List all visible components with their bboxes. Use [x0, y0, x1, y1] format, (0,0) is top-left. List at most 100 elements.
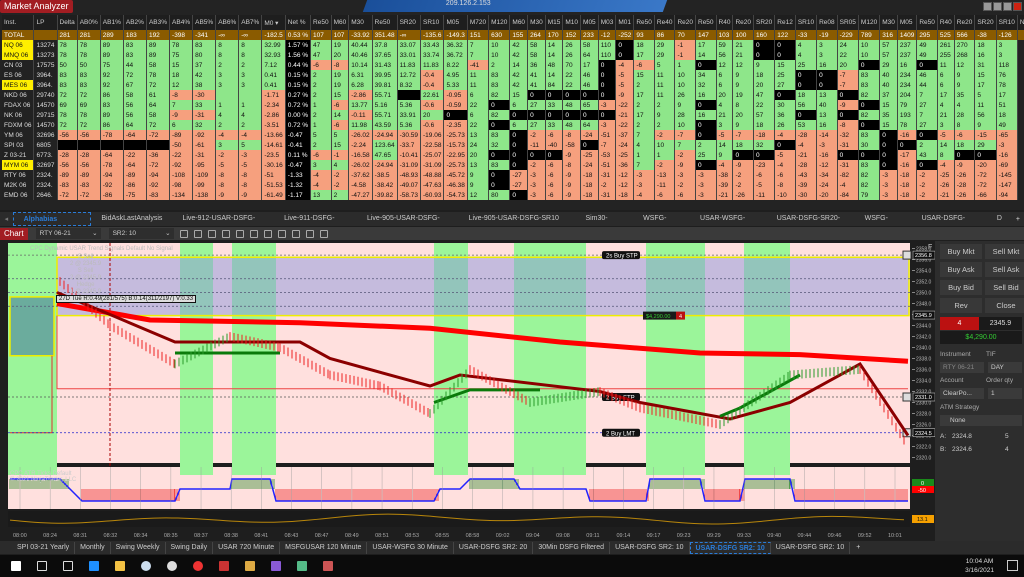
- close-button[interactable]: Close: [985, 298, 1024, 313]
- workspace-tab[interactable]: BidAskLastAnalysis: [91, 212, 172, 226]
- chart-tab[interactable]: MSFGUSAR 120 Minute: [280, 542, 367, 554]
- account-select[interactable]: ClearPo...: [940, 388, 984, 399]
- workspace-tab[interactable]: WSFG-SR10: [855, 212, 912, 226]
- buy-ask-button[interactable]: Buy Ask: [940, 262, 982, 277]
- column-header[interactable]: R40: [716, 15, 733, 30]
- instrument-selector[interactable]: RTY 06-21 ⌄: [36, 228, 101, 239]
- instrument-row[interactable]: SPI 036805-50-6135-14.61-0.41215-2.24123…: [2, 140, 1024, 150]
- instrument-row[interactable]: NKD 06297407272865861-8-30-1.710.27 %215…: [2, 90, 1024, 100]
- crosshair-icon[interactable]: [236, 230, 244, 238]
- sell-bid-button[interactable]: Sell Bid: [985, 280, 1024, 295]
- grid-icon[interactable]: [983, 2, 992, 11]
- chart-tab[interactable]: SPI 03-21 Yearly: [12, 542, 75, 554]
- instrument-row[interactable]: EMD 062646.-72-72-86-75-83-134-138-9-9-6…: [2, 190, 1024, 200]
- cancel-order-icon[interactable]: [903, 251, 911, 259]
- chart-tab[interactable]: Swing Daily: [166, 542, 214, 554]
- instrument-row[interactable]: NK 06297157878895658-9-3144-2.860.00 %21…: [2, 110, 1024, 120]
- search-icon[interactable]: [32, 555, 52, 577]
- column-header[interactable]: LP: [34, 15, 57, 30]
- chart-tab[interactable]: USAR 720 Minute: [213, 542, 280, 554]
- instrument-row[interactable]: FDAX 0614570696983566473311-2.340.72 %1-…: [2, 100, 1024, 110]
- column-header[interactable]: M15: [545, 15, 563, 30]
- column-header[interactable]: SR10: [795, 15, 816, 30]
- column-header[interactable]: Note: [1017, 15, 1024, 30]
- atm-strategy-select[interactable]: None: [940, 415, 1022, 426]
- draw-tool-icon[interactable]: [194, 230, 202, 238]
- column-header[interactable]: M720: [467, 15, 488, 30]
- chart-tab[interactable]: 30Min DSFG Filtered: [533, 542, 610, 554]
- instrument-field[interactable]: RTY 06-21: [940, 362, 984, 373]
- column-header[interactable]: M120: [858, 15, 879, 30]
- column-header[interactable]: M05: [581, 15, 599, 30]
- column-header[interactable]: Net %: [285, 15, 310, 30]
- chart-tab[interactable]: USAR-DSFG SR2: 10: [690, 542, 771, 554]
- close-button[interactable]: [1013, 2, 1022, 11]
- data-box-icon[interactable]: [278, 230, 286, 238]
- chart-tab[interactable]: Swing Weekly: [111, 542, 166, 554]
- cancel-order-icon[interactable]: [903, 393, 911, 401]
- column-header[interactable]: AB2%: [123, 15, 146, 30]
- column-header[interactable]: Re20: [675, 15, 696, 30]
- instrument-row[interactable]: MES 063964.83839267721238330.410.15 %219…: [2, 80, 1024, 90]
- minimize-button[interactable]: [993, 2, 1002, 11]
- instrument-row[interactable]: MYM 0632697-56-56-78-64-72-92-95-5-5-30.…: [2, 160, 1024, 170]
- column-header[interactable]: M10: [563, 15, 581, 30]
- workspace-tab[interactable]: D: [987, 212, 1012, 226]
- instrument-row[interactable]: CN 031757550507544581537227.120.44 %-6-8…: [2, 60, 1024, 70]
- column-header[interactable]: M30: [880, 15, 898, 30]
- column-header[interactable]: SR20: [754, 15, 775, 30]
- column-header[interactable]: SR20: [397, 15, 420, 30]
- app-icon[interactable]: [214, 555, 234, 577]
- add-tab-icon[interactable]: +: [850, 544, 866, 551]
- app-icon[interactable]: [240, 555, 260, 577]
- column-header[interactable]: Re50: [917, 15, 938, 30]
- column-header[interactable]: AB0%: [77, 15, 100, 30]
- indicators-icon[interactable]: [306, 230, 314, 238]
- column-header[interactable]: M60: [331, 15, 349, 30]
- chart-tab[interactable]: USAR-DSFG SR2: 10: [610, 542, 689, 554]
- order-qty-input[interactable]: 1: [988, 388, 1022, 399]
- column-header[interactable]: M03: [598, 15, 616, 30]
- chrome-icon[interactable]: [188, 555, 208, 577]
- app-icon[interactable]: [136, 555, 156, 577]
- templates-icon[interactable]: [264, 230, 272, 238]
- column-header[interactable]: Re12: [775, 15, 796, 30]
- column-header[interactable]: Re20: [733, 15, 754, 30]
- column-header[interactable]: Re50: [634, 15, 655, 30]
- column-header[interactable]: Re08: [817, 15, 838, 30]
- file-explorer-icon[interactable]: [110, 555, 130, 577]
- workspace-tab[interactable]: Sim30-DSFG: [575, 212, 633, 226]
- zoom-in-icon[interactable]: [208, 230, 216, 238]
- column-header[interactable]: SR10: [996, 15, 1017, 30]
- workspace-tab[interactable]: Alphabias Intraday: [13, 212, 92, 226]
- column-header[interactable]: Re50: [372, 15, 397, 30]
- price-chart[interactable]: 2s Buy STP2 Buy STP2 Buy LMT$4,290.00423…: [0, 241, 935, 541]
- column-header[interactable]: SR10: [421, 15, 444, 30]
- instrument-row[interactable]: YM 0632696-56-56-78-64-72-89-92-4-4-13.6…: [2, 130, 1024, 140]
- system-clock[interactable]: 10:04 AM3/16/2021: [965, 557, 994, 575]
- column-header[interactable]: M30: [528, 15, 546, 30]
- app-icon[interactable]: [162, 555, 182, 577]
- ie-icon[interactable]: [84, 555, 104, 577]
- column-header[interactable]: M01: [616, 15, 634, 30]
- column-header[interactable]: M120: [489, 15, 510, 30]
- visual-studio-icon[interactable]: [266, 555, 286, 577]
- rev-button[interactable]: Rev: [940, 298, 982, 313]
- column-header[interactable]: Re50: [696, 15, 717, 30]
- instrument-row[interactable]: Z 03-216773.-28-28-64-22-36-22-31-2-3-23…: [2, 150, 1024, 160]
- workspace-tab[interactable]: Live-912-USAR-DSFG-SR20: [172, 212, 274, 226]
- instrument-row[interactable]: RTY 062324.-89-89-94-89-94-108-109-8-8-5…: [2, 170, 1024, 180]
- bar-type-selector[interactable]: SR2: 10 ⌄: [109, 228, 174, 239]
- app-icon[interactable]: [292, 555, 312, 577]
- workspace-tab[interactable]: Live-905-USAR-DSFG-SR10 8lots: [459, 212, 576, 226]
- instrument-row[interactable]: NQ 0613274787889838978838832.991.57 %471…: [2, 40, 1024, 50]
- chart-tab[interactable]: USAR-WSFG 30 Minute: [367, 542, 453, 554]
- column-header[interactable]: Delta: [57, 15, 77, 30]
- zoom-out-icon[interactable]: [222, 230, 230, 238]
- instrument-row[interactable]: ES 063964.83839272781842330.410.15 %2196…: [2, 70, 1024, 80]
- instrument-row[interactable]: M2K 062324.-83-83-92-86-92-98-99-8-8-51.…: [2, 180, 1024, 190]
- notifications-icon[interactable]: [1007, 560, 1018, 571]
- column-header[interactable]: R40: [937, 15, 954, 30]
- column-header[interactable]: AB5%: [193, 15, 216, 30]
- chart-tab[interactable]: USAR-DSFG SR2: 10: [771, 542, 850, 554]
